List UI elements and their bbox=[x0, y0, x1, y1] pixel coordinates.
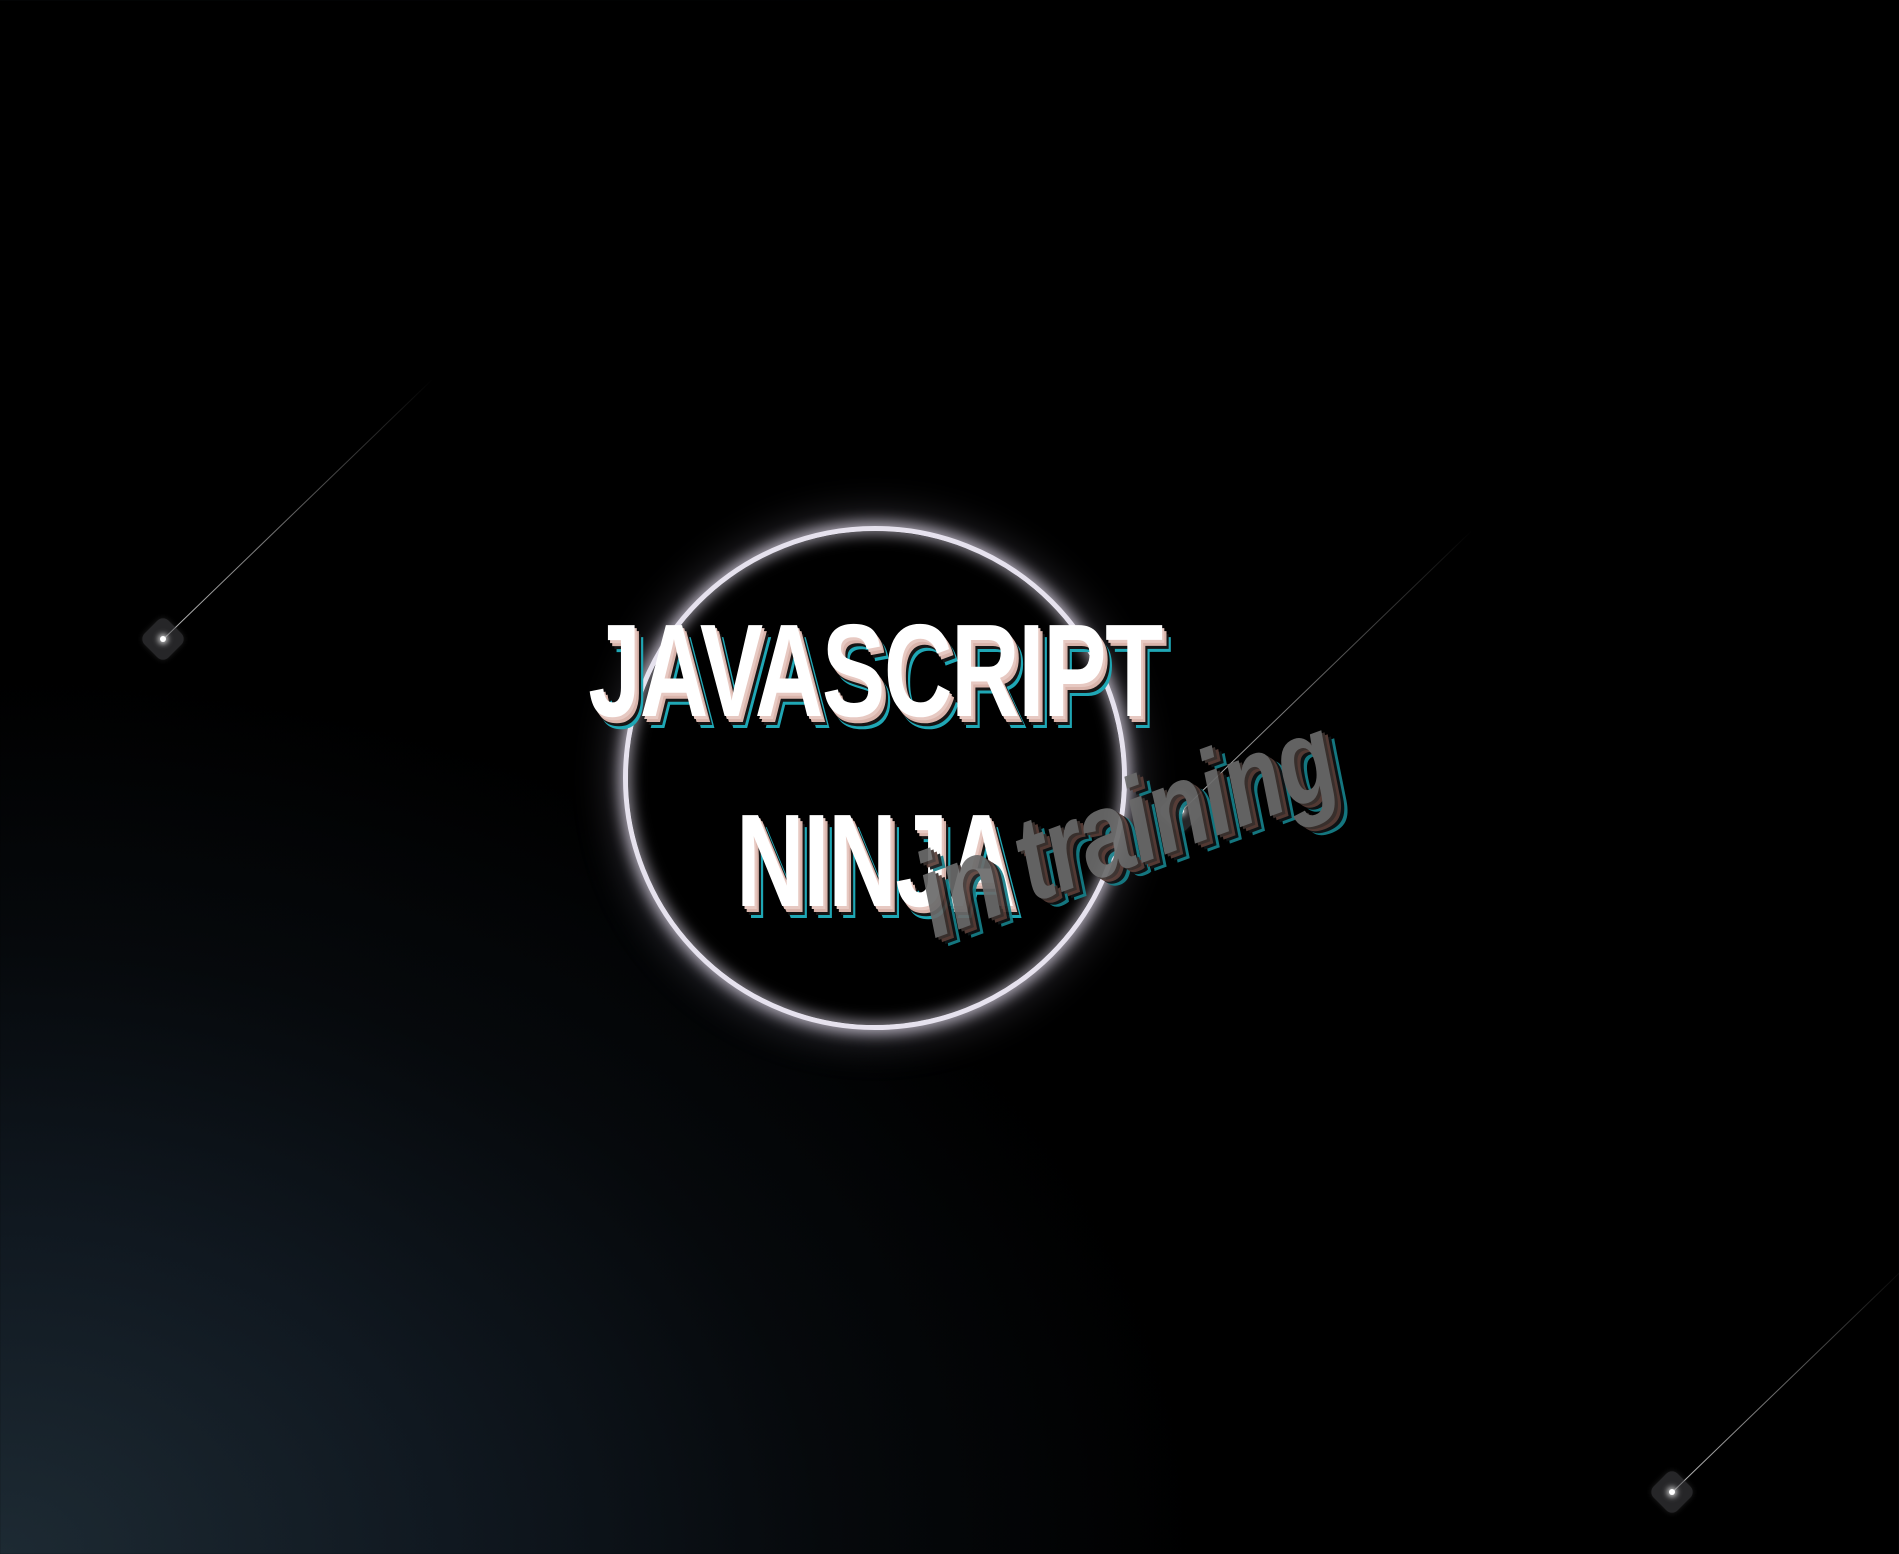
shooting-star-tail bbox=[162, 378, 434, 640]
star-dot-icon bbox=[1669, 1489, 1675, 1495]
hero-scene: JAVASCRIPT NINJA in training bbox=[0, 0, 1899, 1554]
star-dot-icon bbox=[160, 636, 166, 642]
shooting-star-tail bbox=[1671, 1262, 1899, 1493]
